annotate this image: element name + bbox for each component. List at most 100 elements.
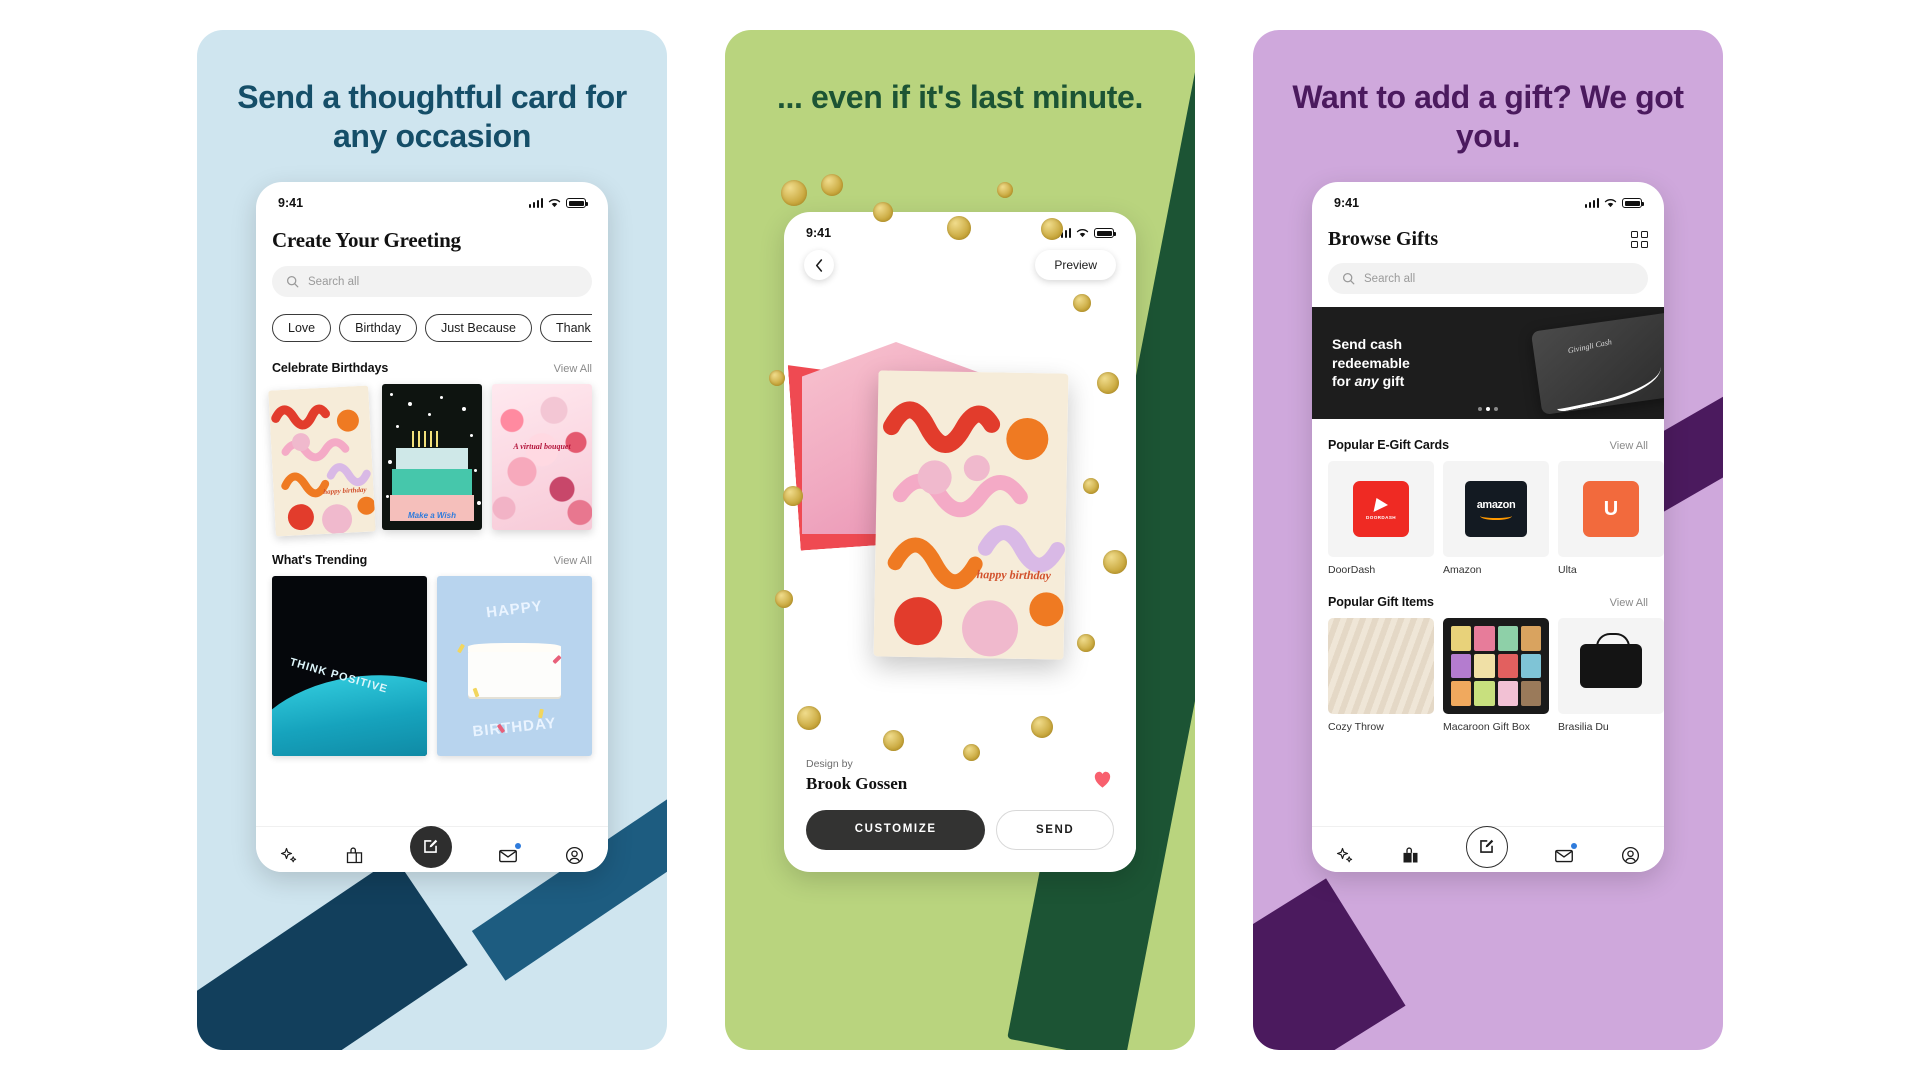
compose-button[interactable] [1465,825,1508,868]
givingli-cash-card: Givingli Cash [1530,310,1664,416]
chip-birthday[interactable]: Birthday [339,314,417,342]
throw-blanket-image [1328,618,1434,714]
grid-view-icon[interactable] [1631,231,1648,248]
section-title: What's Trending [272,553,368,567]
gift-icon[interactable] [344,845,365,866]
carousel-dots[interactable] [1478,407,1498,411]
banner-line-1: Send cash [1332,336,1403,353]
card-preview-screen: Preview happy birthday Design by Brook G… [784,244,1136,870]
back-button[interactable] [804,250,834,280]
brand-tile: U [1558,461,1664,557]
battery-icon [1622,198,1645,208]
banner-text: Send cash redeemable for any gift [1312,335,1410,391]
cake-card-art: Make a Wish [382,384,482,530]
item-tile [1328,618,1434,714]
panel-lastminute: ... even if it's last minute. 9:41 Previ… [725,30,1195,1050]
squiggle-card-art: happy birthday [873,370,1069,660]
search-icon [286,275,299,288]
search-input[interactable]: Search all [272,266,592,297]
decorative-ribbon [197,857,468,1050]
browse-gifts-screen: Browse Gifts Search all Send cash redeem… [1312,228,1664,872]
chip-thank-you[interactable]: Thank You [540,314,592,342]
create-greeting-screen: Create Your Greeting Search all Love Bir… [256,228,608,872]
card-think-positive[interactable]: THINK POSITIVE [272,576,427,756]
egift-card-ulta[interactable]: U Ulta [1558,461,1664,576]
bottom-tab-bar [1312,825,1664,872]
screenshot-stage: Send a thoughtful card for any occasion … [0,0,1920,1080]
view-all-link[interactable]: View All [554,363,592,375]
phone-mockup: 9:41 Create Your Greeting Search all Lov… [256,182,608,872]
card-squiggle[interactable]: happy birthday [268,385,376,537]
mail-icon[interactable] [1553,842,1578,867]
screen-header: Browse Gifts [1312,228,1664,251]
section-header-trending: What's Trending View All [272,553,592,567]
chip-love[interactable]: Love [272,314,332,342]
egift-card-name: Ulta [1558,564,1577,576]
macaroon-box-image [1443,618,1549,714]
gift-icon[interactable] [1400,845,1421,866]
birthday-card-row: happy birthday Make a Wish A virtual bou… [268,384,592,537]
designer-row: Design by Brook Gossen [806,758,1114,794]
sparkle-icon[interactable] [1335,846,1355,866]
sparkle-icon[interactable] [279,846,299,866]
card-happy-birthday[interactable]: HAPPY BIRTHDAY [437,576,592,756]
compose-button[interactable] [409,825,452,868]
wifi-icon [1604,199,1617,208]
item-tile [1558,618,1664,714]
bottom-tab-bar [256,825,608,872]
signal-icon [1584,198,1599,208]
search-input[interactable]: Search all [1328,263,1648,294]
customize-button[interactable]: CUSTOMIZE [806,810,986,850]
favorite-heart-icon[interactable] [1091,768,1114,794]
decorative-ribbon [1253,878,1406,1050]
gift-item-name: Macaroon Gift Box [1443,721,1530,733]
section-header-birthdays: Celebrate Birthdays View All [272,361,592,375]
doordash-logo-icon: DOORDASH [1353,481,1409,537]
design-by-label: Design by [806,758,853,770]
view-all-link[interactable]: View All [1610,597,1648,609]
duffel-bag-image [1558,618,1664,714]
egift-card-name: Amazon [1443,564,1482,576]
status-bar: 9:41 [256,182,608,214]
gift-item-brasilia-duffel[interactable]: Brasilia Du [1558,618,1664,733]
cash-banner[interactable]: Send cash redeemable for any gift Giving… [1312,307,1664,419]
search-placeholder: Search all [308,275,360,288]
brand-tile: DOORDASH [1328,461,1434,557]
status-time: 9:41 [278,196,304,210]
panel-gifts: Want to add a gift? We got you. 9:41 Bro… [1253,30,1723,1050]
wifi-icon [1076,229,1089,238]
egift-card-amazon[interactable]: amazon Amazon [1443,461,1549,576]
wifi-icon [548,199,561,208]
chip-just-because[interactable]: Just Because [424,314,533,342]
floral-card-art: A virtual bouquet [492,384,592,530]
card-caption: happy birthday [976,567,1052,583]
status-icons [528,198,589,208]
status-bar: 9:41 [1312,182,1664,214]
mail-icon[interactable] [497,842,522,867]
profile-icon[interactable] [564,845,585,866]
send-button[interactable]: SEND [996,810,1114,850]
signal-icon [528,198,543,208]
egift-card-name: DoorDash [1328,564,1376,576]
card-cake[interactable]: Make a Wish [382,384,482,530]
card-brand-label: Givingli Cash [1567,337,1613,356]
greeting-card-preview[interactable]: happy birthday [873,370,1069,660]
card-caption: A virtual bouquet [513,442,571,452]
status-icons [1584,198,1645,208]
page-title: Browse Gifts [1328,228,1439,250]
card-floral[interactable]: A virtual bouquet [492,384,592,530]
section-title: Celebrate Birthdays [272,361,389,375]
egift-card-doordash[interactable]: DOORDASH DoorDash [1328,461,1434,576]
view-all-link[interactable]: View All [1610,440,1648,452]
gift-item-cozy-throw[interactable]: Cozy Throw [1328,618,1434,733]
profile-icon[interactable] [1620,845,1641,866]
item-tile [1443,618,1549,714]
section-title: Popular Gift Items [1328,595,1434,609]
view-all-link[interactable]: View All [554,555,592,567]
preview-button[interactable]: Preview [1035,250,1116,280]
egift-card-row: DOORDASH DoorDash amazon Amazon U Ulta [1312,461,1664,576]
gift-item-macaroon-box[interactable]: Macaroon Gift Box [1443,618,1549,733]
panel-card: Send a thoughtful card for any occasion … [197,30,667,1050]
panel-headline: Send a thoughtful card for any occasion [237,79,627,155]
ulta-logo-icon: U [1583,481,1639,537]
